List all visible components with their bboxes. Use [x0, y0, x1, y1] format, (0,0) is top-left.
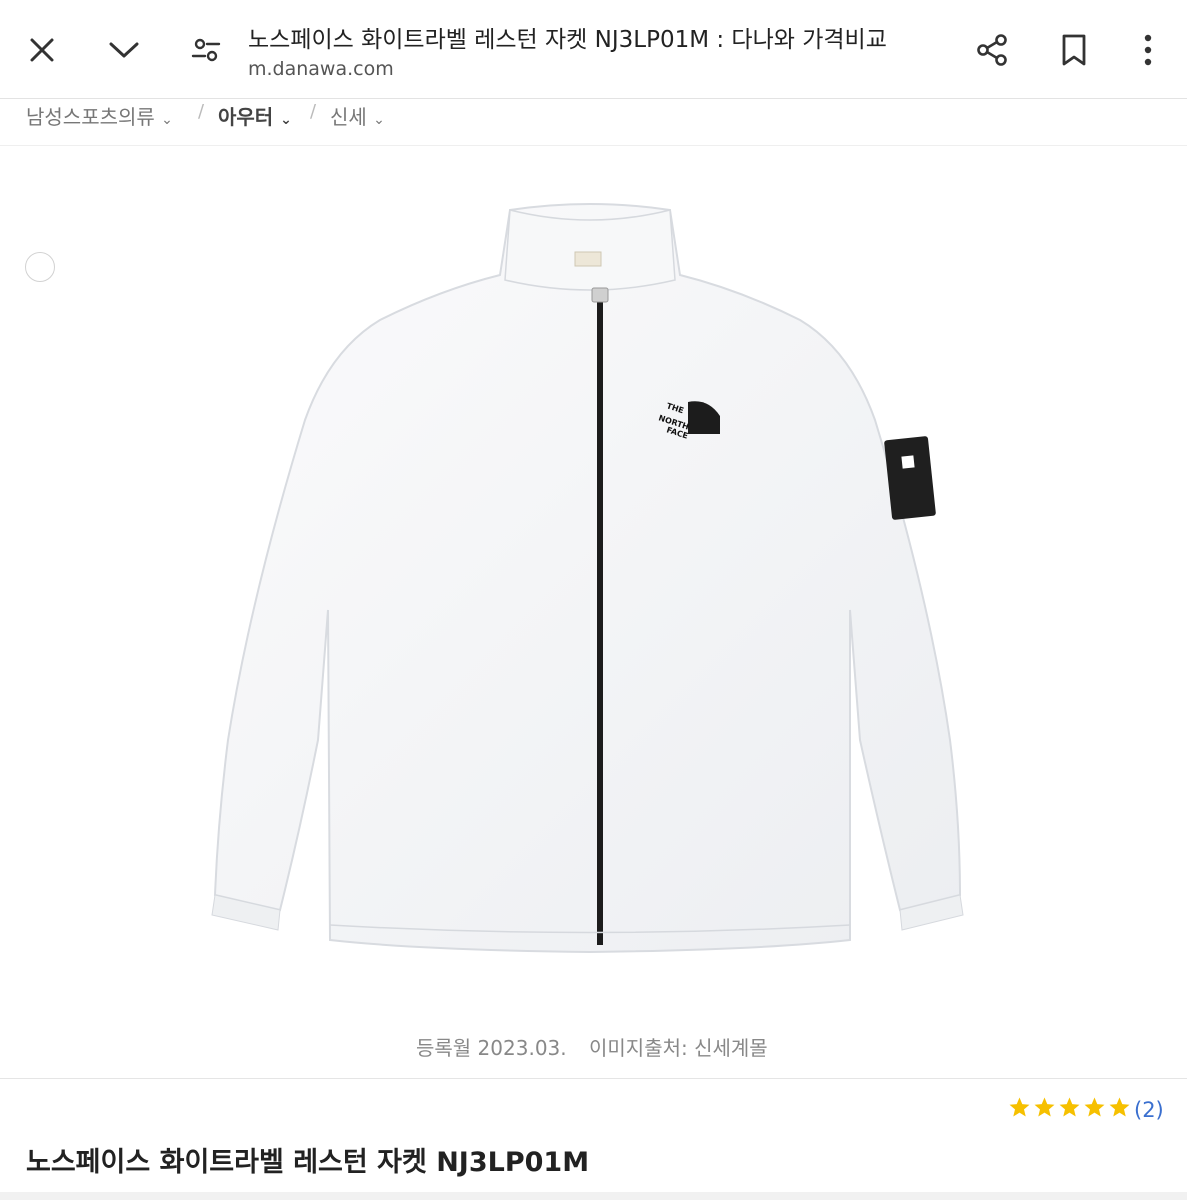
breadcrumb-separator: /: [310, 101, 317, 122]
image-select-radio[interactable]: [25, 252, 55, 282]
star-icon: [1009, 1097, 1030, 1117]
chevron-down-icon: ⌄: [280, 112, 292, 128]
bottom-divider: [0, 1192, 1187, 1200]
star-icon: [1109, 1097, 1130, 1117]
product-name: 노스페이스 화이트라벨 레스턴 자켓 NJ3LP01M: [26, 1147, 590, 1178]
chevron-down-icon: ⌄: [373, 112, 385, 128]
review-count-link[interactable]: (2): [1134, 1098, 1164, 1122]
breadcrumb: 남성스포츠의류 ⌄ / 아우터 ⌄ / 신세 ⌄: [0, 99, 1187, 146]
share-icon[interactable]: [970, 28, 1014, 72]
page-title[interactable]: 노스페이스 화이트라벨 레스턴 자켓 NJ3LP01M : 다나와 가격비교: [248, 20, 938, 54]
tune-icon[interactable]: [186, 30, 226, 70]
chevron-down-icon: ⌄: [161, 112, 173, 128]
page-url[interactable]: m.danawa.com: [248, 58, 394, 80]
section-divider: [0, 1078, 1187, 1079]
more-vert-icon[interactable]: [1130, 28, 1166, 72]
breadcrumb-item-3[interactable]: 신세 ⌄: [330, 101, 385, 130]
breadcrumb-separator: /: [198, 101, 205, 122]
bookmark-icon[interactable]: [1054, 28, 1094, 72]
star-icon: [1034, 1097, 1055, 1117]
registered-date: 등록월 2023.03.: [416, 1036, 567, 1060]
image-source: 이미지출처: 신세계몰: [589, 1036, 768, 1060]
chevron-down-icon[interactable]: [104, 30, 144, 70]
star-icon: [1084, 1097, 1105, 1117]
browser-toolbar: 노스페이스 화이트라벨 레스턴 자켓 NJ3LP01M : 다나와 가격비교 m…: [0, 0, 1187, 99]
breadcrumb-item-2[interactable]: 아우터 ⌄: [218, 101, 292, 130]
rating-stars[interactable]: [1008, 1096, 1131, 1119]
close-icon[interactable]: [22, 30, 62, 70]
breadcrumb-item-1[interactable]: 남성스포츠의류 ⌄: [26, 101, 173, 130]
star-icon: [1059, 1097, 1080, 1117]
product-image[interactable]: THE NORTH FACE: [160, 180, 1000, 970]
